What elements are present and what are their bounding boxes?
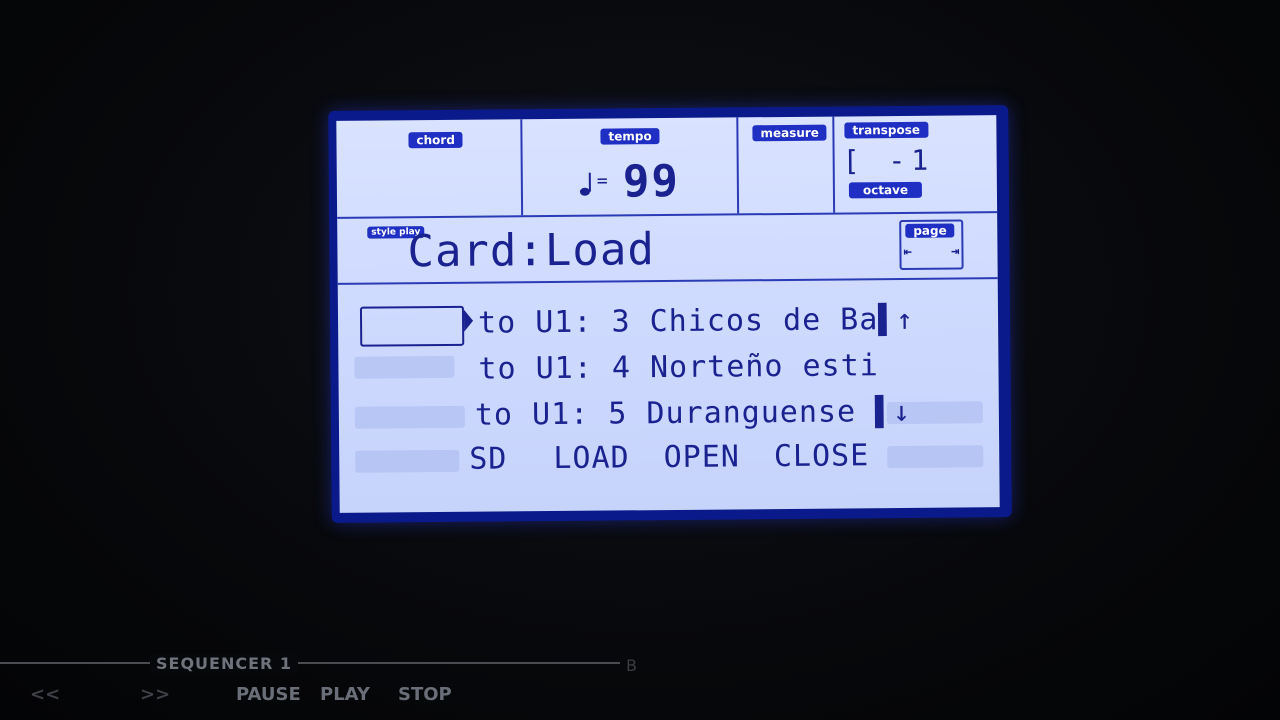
list-item-text: to U1: 5 Duranguense [474,394,876,433]
list-item-text: to U1: 4 Norteño esti [478,348,879,387]
measure-tag: measure [752,124,827,142]
tempo-tag: tempo [600,128,660,145]
open-button[interactable]: OPEN [663,439,740,480]
scroll-down-icon[interactable]: ▌↓ [875,395,911,428]
lcd-screen: chord tempo = 99 measure transpose [ -1 … [336,115,1000,513]
tempo-cell: tempo = 99 [522,117,740,216]
tempo-equals: = [596,170,608,192]
chord-cell: chord [336,119,524,217]
ghost-segment [355,449,460,473]
status-bar: chord tempo = 99 measure transpose [ -1 … [336,115,998,219]
sd-button[interactable]: SD [469,441,507,481]
page-title: Card:Load [407,224,656,278]
softkey-bar: SD LOAD OPEN CLOSE [469,438,889,482]
lcd-bezel: chord tempo = 99 measure transpose [ -1 … [328,105,1012,523]
title-bar: style play Card:Load page ⇤ ⇥ [337,213,998,285]
play-button[interactable]: PLAY [320,684,370,705]
close-button[interactable]: CLOSE [774,438,870,479]
fast-forward-button[interactable]: >> [140,684,170,705]
page-control[interactable]: page ⇤ ⇥ [899,219,964,270]
measure-cell: measure [738,116,836,214]
page-arrows: ⇤ ⇥ [903,243,959,263]
transpose-value: [ -1 [842,143,935,178]
page-prev-icon[interactable]: ⇤ [903,244,912,264]
ghost-segment [887,445,984,469]
sequencer-b-label: B [626,656,637,675]
sequencer-divider [0,662,620,664]
tempo-value: 99 [622,155,681,208]
rewind-button[interactable]: << [30,684,60,705]
list-item[interactable]: to U1: 3 Chicos de Ba▌↑ [478,302,914,346]
transpose-tag: transpose [844,121,929,139]
ghost-segment [354,405,465,429]
selection-box[interactable] [359,305,465,347]
selection-caret-icon [463,309,474,332]
pause-button[interactable]: PAUSE [236,684,301,705]
scroll-up-icon[interactable]: ▌↑ [878,303,914,336]
page-tag: page [905,223,955,238]
list-item-text: to U1: 3 Chicos de Ba [477,302,879,341]
load-button[interactable]: LOAD [553,440,630,481]
chord-tag: chord [408,131,463,149]
stop-button[interactable]: STOP [398,684,452,705]
page-next-icon[interactable]: ⇥ [951,243,960,263]
octave-tag: octave [848,181,923,199]
sequencer-label: SEQUENCER 1 [150,654,299,673]
list-item[interactable]: to U1: 5 Duranguense ▌↓ [475,394,911,438]
transpose-cell: transpose [ -1 octave [834,115,997,212]
ghost-segment [354,355,455,379]
list-item[interactable]: to U1: 4 Norteño esti [478,348,879,391]
